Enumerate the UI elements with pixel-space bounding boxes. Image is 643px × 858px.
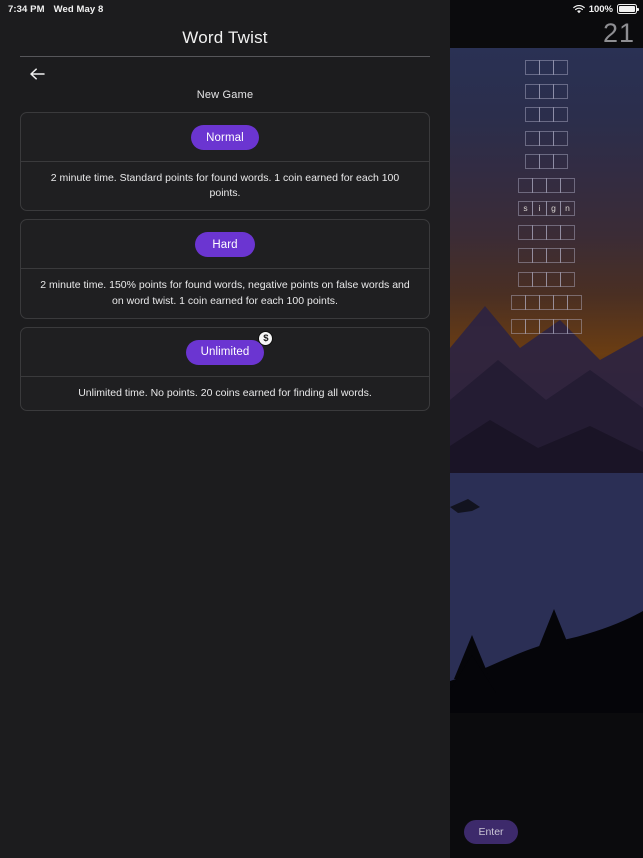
letter-cell — [567, 295, 582, 310]
letter-cell: g — [546, 201, 561, 216]
letter-cell — [553, 83, 568, 99]
letter-cell — [525, 60, 540, 75]
back-button[interactable] — [26, 64, 48, 84]
battery-full-icon — [617, 4, 639, 14]
letter-cell — [539, 130, 554, 146]
letter-cell — [546, 177, 561, 193]
word-slot-row — [518, 224, 575, 240]
letter-cell — [553, 154, 568, 169]
letter-cell — [518, 177, 533, 193]
letter-cell — [539, 318, 554, 334]
letter-cell: s — [518, 201, 533, 216]
letter-cell — [560, 271, 575, 287]
page-title: Word Twist — [182, 28, 268, 47]
unlimited-mode-label: Unlimited — [200, 346, 250, 359]
status-bar-left: 7:34 PM Wed May 8 — [0, 0, 450, 18]
letter-cell — [539, 60, 554, 75]
letter-cell — [546, 271, 561, 287]
letter-cell: n — [560, 201, 575, 216]
letter-cell — [539, 107, 554, 122]
letter-cell — [539, 295, 554, 310]
letter-cell — [553, 318, 568, 334]
word-slot-row — [511, 318, 582, 334]
letter-cell — [553, 130, 568, 146]
mode-card-hard[interactable]: Hard 2 minute time. 150% points for foun… — [20, 219, 430, 319]
game-screen-background: 100% 21 s i g n — [450, 0, 643, 858]
word-slot-row — [525, 154, 568, 169]
letter-cell — [560, 224, 575, 240]
word-slot-row — [525, 130, 568, 146]
letter-cell — [539, 83, 554, 99]
letter-cell: i — [532, 201, 547, 216]
mode-description-hard: 2 minute time. 150% points for found wor… — [40, 279, 410, 307]
game-landscape-lower — [450, 473, 643, 713]
section-label: New Game — [196, 89, 254, 101]
letter-cell — [532, 271, 547, 287]
status-bar-right: 100% — [572, 0, 639, 18]
score-display: 21 — [602, 18, 635, 48]
letter-cell — [518, 224, 533, 240]
letter-cell — [525, 83, 540, 99]
letter-cell — [511, 318, 526, 334]
letter-cell — [525, 130, 540, 146]
word-slot-row — [518, 248, 575, 263]
letter-cell — [525, 107, 540, 122]
letter-cell — [525, 295, 540, 310]
word-slot-grid: sign — [450, 60, 643, 334]
battery-percent-label: 100% — [588, 3, 613, 15]
unlimited-mode-button[interactable]: Unlimited $ — [185, 330, 274, 365]
word-slot-row — [518, 177, 575, 193]
letter-cell — [553, 60, 568, 75]
letter-cell — [560, 248, 575, 263]
word-slot-row-solved: sign — [518, 201, 575, 216]
letter-cell — [560, 177, 575, 193]
app-root: 100% 21 s i g n Enter 7:34 PM Wed May 8 … — [0, 0, 643, 858]
wifi-icon — [572, 4, 585, 14]
letter-cell — [539, 154, 554, 169]
mode-card-normal[interactable]: Normal 2 minute time. Standard points fo… — [20, 112, 430, 212]
mode-card-unlimited[interactable]: Unlimited $ Unlimited time. No points. 2… — [20, 326, 430, 412]
status-date: Wed May 8 — [53, 3, 104, 15]
letter-cell — [546, 224, 561, 240]
mode-button-row: Unlimited $ — [21, 330, 429, 376]
word-slot-row — [525, 60, 568, 75]
letter-cell — [525, 318, 540, 334]
arrow-left-icon — [29, 67, 46, 81]
mode-card-list: Normal 2 minute time. Standard points fo… — [20, 112, 430, 419]
mode-button-row: Normal — [21, 125, 429, 161]
hard-mode-button[interactable]: Hard — [195, 232, 255, 258]
letter-cell — [518, 248, 533, 263]
letter-cell — [532, 224, 547, 240]
normal-mode-button[interactable]: Normal — [191, 125, 259, 150]
mode-description-normal: 2 minute time. Standard points for found… — [50, 172, 400, 200]
word-slot-row — [518, 271, 575, 287]
letter-cell — [511, 295, 526, 310]
status-time: 7:34 PM — [8, 3, 45, 15]
letter-cell — [518, 271, 533, 287]
letter-cell — [553, 107, 568, 122]
word-slot-row — [511, 295, 582, 310]
title-divider — [20, 56, 430, 57]
letter-cell — [567, 318, 582, 334]
new-game-sheet: 7:34 PM Wed May 8 Word Twist New Game No… — [0, 0, 450, 858]
letter-cell — [553, 295, 568, 310]
enter-button[interactable]: Enter — [464, 820, 518, 844]
letter-cell — [546, 248, 561, 263]
mode-description-unlimited: Unlimited time. No points. 20 coins earn… — [78, 386, 372, 399]
letter-cell — [532, 177, 547, 193]
forest-silhouette — [450, 473, 643, 713]
coin-icon: $ — [258, 330, 274, 346]
mode-button-row: Hard — [21, 232, 429, 268]
word-slot-row — [525, 107, 568, 122]
word-slot-row — [525, 83, 568, 99]
letter-cell — [525, 154, 540, 169]
letter-cell — [532, 248, 547, 263]
